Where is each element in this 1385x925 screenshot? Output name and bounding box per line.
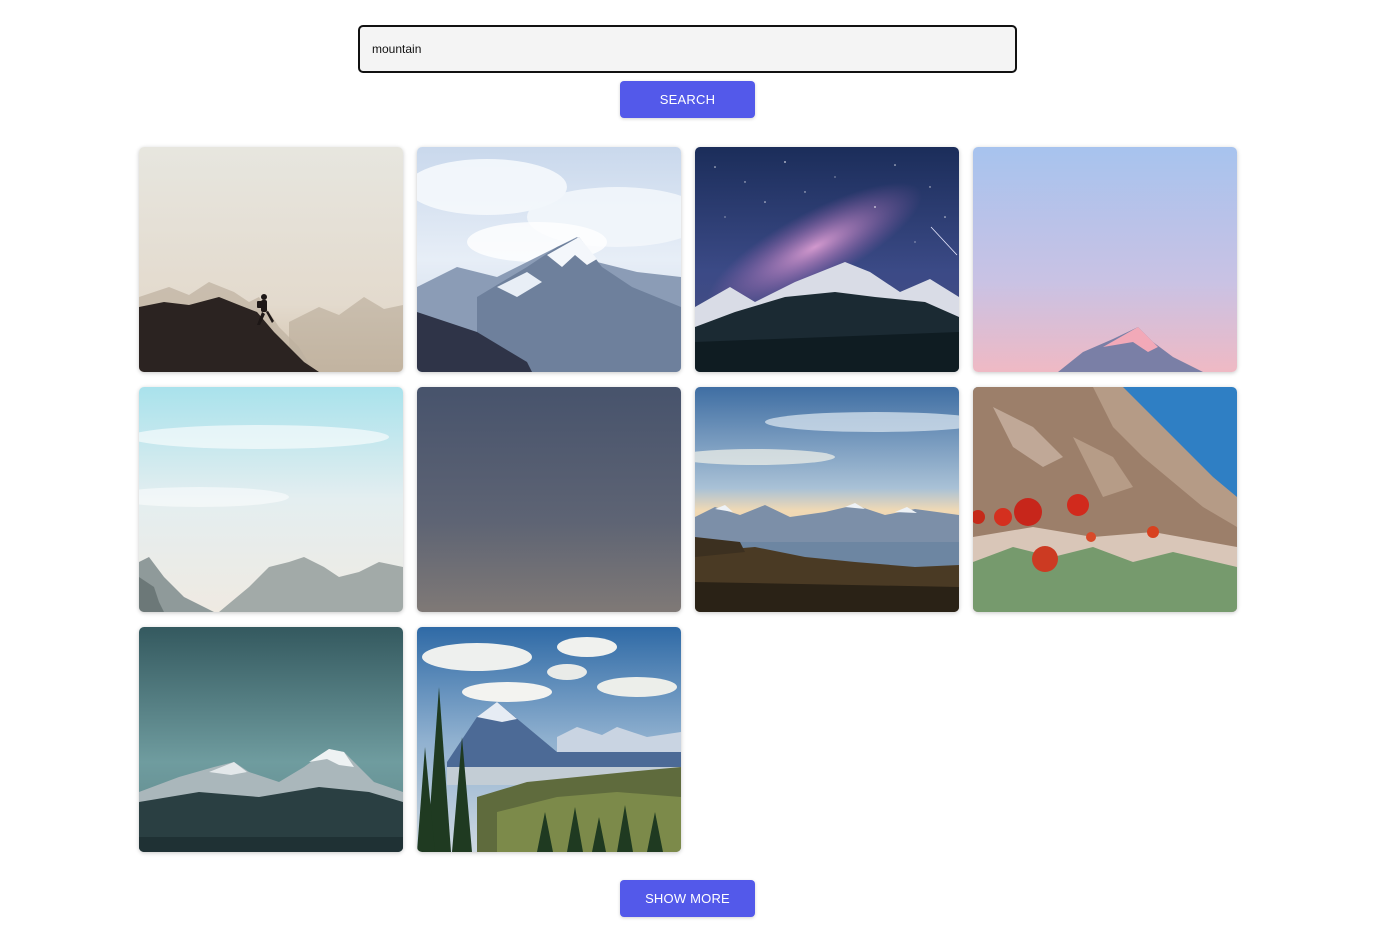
photo-forest-valley xyxy=(417,627,681,852)
gallery-image-3[interactable] xyxy=(695,147,959,372)
photo-lake-range xyxy=(695,387,959,612)
gallery-image-5[interactable] xyxy=(139,387,403,612)
gallery-image-8[interactable] xyxy=(973,387,1237,612)
gallery-image-9[interactable] xyxy=(139,627,403,852)
photo-snowy-peak xyxy=(417,147,681,372)
photo-hiker-ridge xyxy=(139,147,403,372)
gallery-image-4[interactable] xyxy=(973,147,1237,372)
gallery-image-1[interactable] xyxy=(139,147,403,372)
photo-milky-way-mountains xyxy=(695,147,959,372)
photo-pastel-peak xyxy=(973,147,1237,372)
show-more-button[interactable]: SHOW MORE xyxy=(620,880,755,917)
photo-poppies-cliff xyxy=(973,387,1237,612)
image-gallery xyxy=(139,147,1237,852)
gallery-image-2[interactable] xyxy=(417,147,681,372)
search-input[interactable] xyxy=(358,25,1017,73)
gallery-image-10[interactable] xyxy=(417,627,681,852)
search-button[interactable]: SEARCH xyxy=(620,81,755,118)
photo-hazy-mountains xyxy=(139,387,403,612)
photo-dusk-gradient xyxy=(417,387,681,612)
gallery-image-7[interactable] xyxy=(695,387,959,612)
photo-twin-peaks xyxy=(139,627,403,852)
gallery-image-6[interactable] xyxy=(417,387,681,612)
